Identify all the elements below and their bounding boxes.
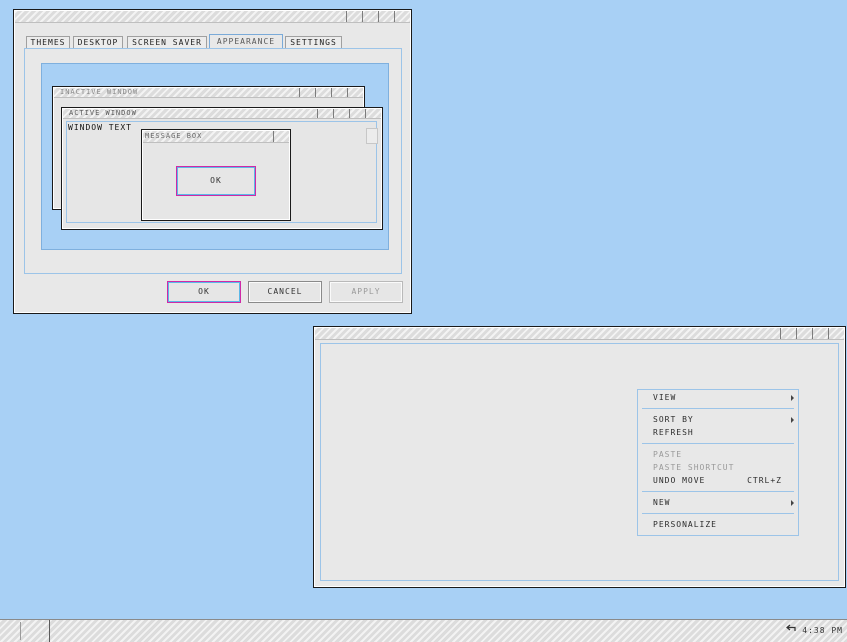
desktop-window-titlebar[interactable]	[315, 328, 844, 340]
menu-item-paste[interactable]: Paste	[638, 449, 798, 461]
ok-button[interactable]: OK	[167, 281, 241, 303]
dialog-titlebar[interactable]	[15, 11, 410, 23]
menu-item-refresh[interactable]: Refresh	[638, 427, 798, 439]
menu-separator	[642, 513, 794, 514]
menu-separator	[642, 491, 794, 492]
apply-button[interactable]: Apply	[329, 281, 403, 303]
maximize-button[interactable]	[362, 11, 378, 22]
cancel-button[interactable]: Cancel	[248, 281, 322, 303]
help-button[interactable]	[378, 11, 394, 22]
close-button[interactable]	[828, 328, 844, 339]
menu-item-label: Personalize	[653, 520, 717, 529]
menu-item-shortcut: Ctrl+Z	[747, 476, 782, 485]
menu-item-personalize[interactable]: Personalize	[638, 519, 798, 531]
menu-item-label: Sort By	[653, 415, 694, 424]
menu-separator	[642, 443, 794, 444]
back-arrow-icon[interactable]	[785, 624, 796, 638]
menu-item-sort-by[interactable]: Sort By	[638, 414, 798, 426]
submenu-arrow-icon	[791, 395, 794, 401]
message-box-ok-button: OK	[176, 166, 256, 196]
system-tray: 4:38 PM	[785, 624, 843, 638]
message-box-title: Message Box	[145, 132, 203, 140]
inactive-window-title: Inactive Window	[60, 88, 139, 96]
menu-item-undo-move[interactable]: Undo Move Ctrl+Z	[638, 475, 798, 487]
submenu-arrow-icon	[791, 417, 794, 423]
preview-message-box: Message Box OK	[141, 129, 291, 221]
menu-item-view[interactable]: View	[638, 392, 798, 404]
minimize-button[interactable]	[780, 328, 796, 339]
menu-item-label: Paste Shortcut	[653, 463, 735, 472]
menu-item-label: New	[653, 498, 671, 507]
start-button[interactable]	[0, 620, 50, 642]
menu-item-label: Refresh	[653, 428, 694, 437]
context-menu: View Sort By Refresh Paste Paste Shortcu…	[637, 389, 799, 536]
clock[interactable]: 4:38 PM	[802, 624, 843, 638]
preview-scrollbar	[366, 128, 378, 144]
active-window-title: Active Window	[69, 109, 137, 117]
appearance-preview: Inactive Window Active Window Window Tex…	[41, 63, 389, 250]
menu-item-label: Undo Move	[653, 476, 706, 485]
maximize-button[interactable]	[796, 328, 812, 339]
preview-window-text: Window Text	[68, 123, 132, 132]
help-button[interactable]	[812, 328, 828, 339]
menu-item-new[interactable]: New	[638, 497, 798, 509]
message-box-close-icon	[273, 131, 289, 142]
menu-item-paste-shortcut[interactable]: Paste Shortcut	[638, 462, 798, 474]
menu-item-label: Paste	[653, 450, 683, 459]
submenu-arrow-icon	[791, 500, 794, 506]
display-properties-dialog: Themes Desktop Screen Saver Appearance S…	[13, 9, 412, 314]
menu-separator	[642, 408, 794, 409]
close-button[interactable]	[394, 11, 410, 22]
appearance-panel: Inactive Window Active Window Window Tex…	[24, 48, 402, 274]
menu-item-label: View	[653, 393, 677, 402]
minimize-button[interactable]	[346, 11, 362, 22]
taskbar: 4:38 PM	[0, 619, 847, 642]
